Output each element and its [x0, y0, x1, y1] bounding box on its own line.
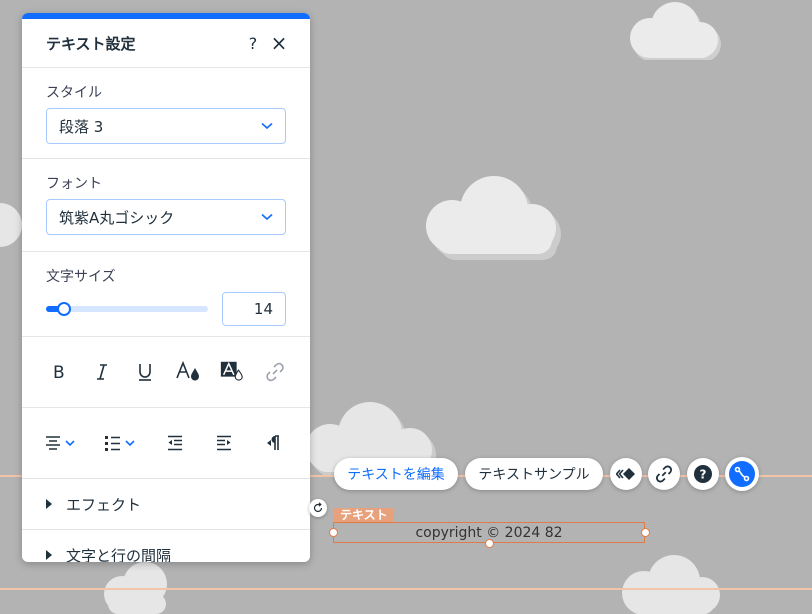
cloud-decoration	[630, 2, 721, 60]
highlight-color-icon[interactable]	[219, 359, 245, 385]
text-settings-panel: テキスト設定 ? × スタイル 段落 3 フォント 筑紫A丸ゴシック 文字サイズ…	[22, 13, 310, 562]
text-color-icon[interactable]	[175, 359, 202, 385]
decrease-indent-icon[interactable]	[162, 430, 188, 456]
spacing-collapsible[interactable]: 文字と行の間隔	[22, 530, 310, 562]
help-icon[interactable]: ?	[687, 458, 719, 490]
style-label: スタイル	[46, 85, 102, 101]
svg-text:B: B	[53, 363, 65, 381]
style-dropdown[interactable]: 段落 3	[46, 108, 286, 144]
element-type-tag: テキスト	[334, 508, 394, 522]
font-size-section: 文字サイズ 14	[22, 252, 310, 337]
font-dropdown[interactable]: 筑紫A丸ゴシック	[46, 199, 286, 235]
font-size-input[interactable]: 14	[222, 292, 286, 326]
rotate-handle-icon[interactable]	[309, 499, 327, 517]
chevron-down-icon	[261, 213, 273, 221]
alignment-toolbar	[22, 408, 310, 479]
text-sample-button[interactable]: テキストサンプル	[465, 458, 603, 490]
text-direction-icon[interactable]	[260, 430, 286, 456]
increase-indent-icon[interactable]	[211, 430, 237, 456]
edit-text-button[interactable]: テキストを編集	[334, 458, 458, 490]
resize-handle-left[interactable]	[329, 528, 338, 537]
format-toolbar: B	[22, 337, 310, 408]
align-center-icon[interactable]	[44, 430, 80, 456]
bullet-list-icon[interactable]	[103, 430, 139, 456]
cloud-decoration	[622, 555, 720, 614]
style-section: スタイル 段落 3	[22, 68, 310, 159]
animation-icon[interactable]	[610, 458, 642, 490]
panel-header: テキスト設定 ? ×	[22, 19, 310, 68]
cloud-decoration	[426, 176, 561, 260]
close-icon[interactable]: ×	[266, 31, 292, 55]
expand-triangle-icon	[46, 550, 52, 560]
chevron-down-icon	[261, 122, 273, 130]
underline-icon[interactable]	[132, 359, 158, 385]
font-size-slider[interactable]	[46, 302, 208, 316]
connect-icon[interactable]	[725, 457, 759, 491]
font-value: 筑紫A丸ゴシック	[59, 208, 175, 227]
expand-triangle-icon	[46, 499, 52, 509]
panel-title: テキスト設定	[46, 34, 136, 53]
guide-line	[0, 588, 812, 590]
font-label: フォント	[46, 176, 102, 192]
spacing-label: 文字と行の間隔	[66, 546, 172, 563]
font-section: フォント 筑紫A丸ゴシック	[22, 159, 310, 252]
resize-handle-bottom[interactable]	[485, 539, 494, 548]
link-icon[interactable]	[262, 359, 288, 385]
svg-text:?: ?	[700, 468, 707, 482]
effects-label: エフェクト	[66, 495, 142, 514]
help-icon[interactable]: ?	[240, 34, 266, 53]
resize-handle-right[interactable]	[641, 528, 650, 537]
font-size-label: 文字サイズ	[46, 269, 116, 285]
italic-icon[interactable]	[89, 359, 115, 385]
slider-thumb[interactable]	[57, 302, 72, 316]
effects-collapsible[interactable]: エフェクト	[22, 479, 310, 530]
link-icon[interactable]	[648, 458, 680, 490]
cloud-decoration	[0, 203, 22, 247]
style-value: 段落 3	[59, 117, 104, 136]
cloud-decoration	[104, 562, 167, 614]
bold-icon[interactable]: B	[46, 359, 72, 385]
